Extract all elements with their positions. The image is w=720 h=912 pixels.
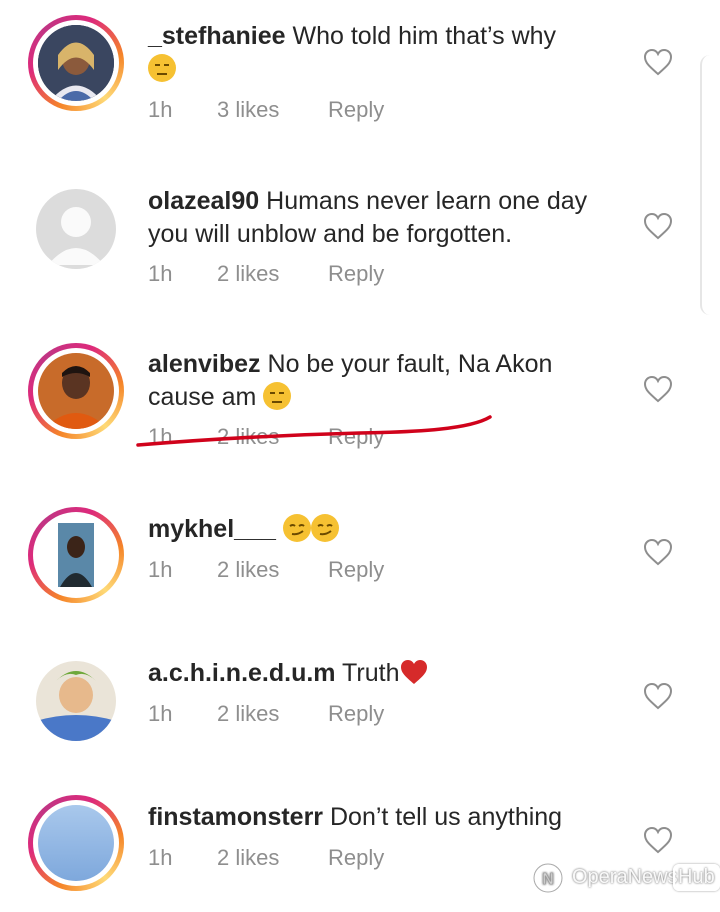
comment-likes[interactable]: 3 likes (217, 97, 279, 123)
comment-username[interactable]: a.c.h.i.n.e.d.u.m (148, 659, 336, 687)
avatar[interactable] (28, 343, 124, 439)
comment-username[interactable]: mykhel___ (148, 515, 276, 543)
avatar[interactable] (28, 795, 124, 891)
avatar[interactable] (28, 507, 124, 603)
comment-username[interactable]: olazeal90 (148, 187, 259, 215)
comment-time: 1h (148, 701, 173, 726)
svg-text:N: N (542, 871, 554, 888)
heart-outline-icon[interactable] (643, 538, 673, 566)
comment-likes[interactable]: 2 likes (217, 701, 279, 727)
reply-button[interactable]: Reply (328, 261, 384, 287)
avatar[interactable] (36, 189, 116, 269)
comment-likes[interactable]: 2 likes (217, 845, 279, 871)
comment-username[interactable]: finstamonsterr (148, 803, 323, 831)
comment-likes[interactable]: 2 likes (217, 261, 279, 287)
comment-likes[interactable]: 2 likes (217, 557, 279, 583)
heart-outline-icon[interactable] (643, 682, 673, 710)
annotation-underline (136, 415, 492, 447)
heart-outline-icon[interactable] (643, 48, 673, 76)
watermark: N OperaNews Hub (530, 860, 720, 900)
comment-time: 1h (148, 261, 173, 286)
side-panel-edge (700, 55, 720, 315)
opera-news-logo-icon: N (532, 862, 564, 894)
heart-outline-icon[interactable] (643, 826, 673, 854)
smirking-face-emoji (310, 514, 339, 542)
comment-text: Don’t tell us anything (330, 803, 563, 831)
comment-text: Truth (342, 659, 400, 687)
avatar[interactable] (28, 15, 124, 111)
comment-time: 1h (148, 845, 173, 870)
comment-time: 1h (148, 557, 173, 582)
heart-outline-icon[interactable] (643, 212, 673, 240)
watermark-text-a: OperaNews (572, 866, 678, 888)
watermark-text-b: Hub (673, 864, 720, 891)
unamused-face-emoji (148, 54, 176, 82)
smirking-face-emoji (282, 514, 311, 542)
reply-button[interactable]: Reply (328, 97, 384, 123)
comment-username[interactable]: alenvibez (148, 350, 261, 378)
reply-button[interactable]: Reply (328, 701, 384, 727)
comment-time: 1h (148, 97, 173, 122)
avatar[interactable] (36, 661, 116, 741)
reply-button[interactable]: Reply (328, 557, 384, 583)
comment-text: Who told him that’s why (292, 22, 557, 50)
heart-outline-icon[interactable] (643, 375, 673, 403)
reply-button[interactable]: Reply (328, 845, 384, 871)
comment-username[interactable]: _stefhaniee (148, 22, 286, 50)
red-heart-emoji (401, 660, 428, 684)
